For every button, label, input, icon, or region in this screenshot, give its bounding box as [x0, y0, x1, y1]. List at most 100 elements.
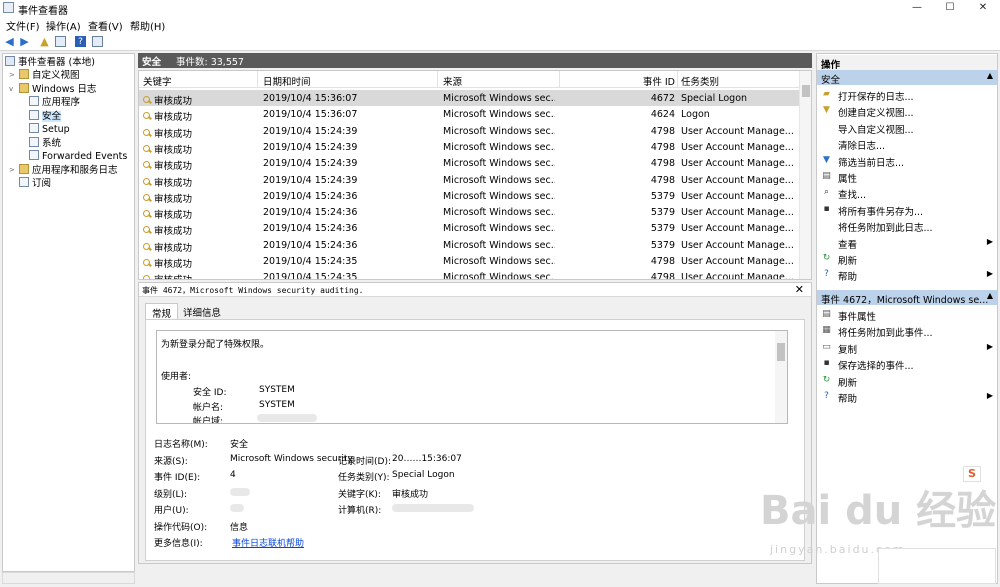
actions-section-event[interactable]: 事件 4672，Microsoft Windows se... ▲: [817, 290, 997, 305]
table-row[interactable]: 审核成功 2019/10/4 15:36:07 Microsoft Windows …: [139, 90, 799, 107]
source-label: 来源(S):: [154, 457, 188, 467]
table-row[interactable]: 审核成功 2019/10/4 15:24:39 Microsoft Windows …: [139, 172, 799, 189]
action-item[interactable]: 将任务附加到此日志...: [817, 218, 997, 234]
online-help-link[interactable]: 事件日志联机帮助: [232, 536, 304, 549]
opcode-value: 信息: [230, 523, 249, 533]
back-icon[interactable]: ◀: [3, 35, 16, 48]
event-action-item[interactable]: ▦ 将任务附加到此事件...: [817, 323, 997, 339]
action-item[interactable]: ▪ 将所有事件另存为...: [817, 202, 997, 218]
collapse-arrow-icon[interactable]: ▲: [987, 291, 993, 300]
table-row[interactable]: 审核成功 2019/10/4 15:24:36 Microsoft Windows …: [139, 237, 799, 254]
minimize-button[interactable]: —: [902, 1, 932, 15]
action-item[interactable]: ▼ 筛选当前日志...: [817, 153, 997, 169]
action-item[interactable]: ▤ 属性: [817, 169, 997, 185]
datetime-cell: 2019/10/4 15:36:07: [263, 109, 358, 121]
save-icon: ▪: [823, 358, 830, 369]
event-action-item[interactable]: ? 帮助 ▶: [817, 389, 997, 405]
tree-windows-logs[interactable]: v Windows 日志: [9, 83, 96, 96]
menu-action[interactable]: 操作(A): [46, 18, 81, 33]
tree-root[interactable]: 事件查看器 (本地): [5, 56, 95, 69]
tab-details[interactable]: 详细信息: [177, 303, 227, 319]
key-icon: [143, 128, 152, 138]
tree-log-forwarded-events[interactable]: Forwarded Events: [29, 150, 127, 163]
action-item[interactable]: ▰ 打开保存的日志...: [817, 87, 997, 103]
action-label: 创建自定义视图...: [838, 108, 914, 120]
tree-log-system[interactable]: 系统: [29, 137, 61, 150]
event-description[interactable]: 为新登录分配了特殊权限。 使用者: 安全 ID: SYSTEM 帐户名: SYS…: [156, 330, 788, 424]
table-row[interactable]: 审核成功 2019/10/4 15:24:35 Microsoft Windows …: [139, 253, 799, 270]
redacted-level: [230, 488, 250, 496]
tree-subscriptions[interactable]: 订阅: [19, 177, 51, 190]
column-divider[interactable]: [677, 71, 678, 88]
show-actions-icon[interactable]: [92, 36, 103, 47]
description-scrollbar[interactable]: [775, 331, 787, 423]
close-detail-icon[interactable]: ✕: [795, 283, 804, 296]
tree-log-setup[interactable]: Setup: [29, 123, 70, 136]
menu-file[interactable]: 文件(F): [6, 18, 40, 33]
event-list-scrollbar[interactable]: [799, 71, 811, 279]
scroll-thumb[interactable]: [802, 85, 810, 97]
show-tree-icon[interactable]: [55, 36, 66, 47]
action-label: 保存选择的事件...: [838, 361, 914, 373]
section-title: 安全: [821, 75, 841, 85]
action-item[interactable]: 导入自定义视图...: [817, 120, 997, 136]
event-list-header: 关键字 日期和时间 来源 事件 ID 任务类别: [139, 71, 811, 88]
column-divider[interactable]: [559, 71, 560, 88]
close-button[interactable]: ✕: [968, 1, 998, 15]
column-keywords[interactable]: 关键字: [143, 74, 172, 88]
actions-section-security[interactable]: 安全 ▲: [817, 70, 997, 85]
keyword-column-cell: 审核成功: [143, 256, 192, 270]
log-header: 安全 事件数: 33,557: [138, 53, 812, 68]
refresh-icon: ↻: [822, 374, 831, 385]
tree-custom-views[interactable]: > 自定义视图: [9, 69, 80, 82]
find-icon: ⌕: [823, 187, 830, 198]
expand-icon[interactable]: >: [9, 69, 15, 82]
security-id-label: 安全 ID:: [193, 388, 227, 398]
datetime-cell: 2019/10/4 15:24:39: [263, 158, 358, 170]
action-item[interactable]: 清除日志...: [817, 136, 997, 152]
navigation-tree: 事件查看器 (本地) > 自定义视图 v Windows 日志 应用程序 安全 …: [2, 53, 135, 572]
table-row[interactable]: 审核成功 2019/10/4 15:24:35 Microsoft Windows …: [139, 269, 799, 279]
menu-view[interactable]: 查看(V): [88, 18, 123, 33]
tab-general[interactable]: 常规: [145, 303, 179, 320]
table-row[interactable]: 审核成功 2019/10/4 15:24:36 Microsoft Windows …: [139, 204, 799, 221]
action-item[interactable]: ↻ 刷新: [817, 251, 997, 267]
event-action-item[interactable]: ↻ 刷新: [817, 373, 997, 389]
column-task-category[interactable]: 任务类别: [681, 74, 719, 88]
tree-horizontal-scrollbar[interactable]: [2, 572, 135, 584]
help-icon[interactable]: ?: [75, 36, 86, 47]
maximize-button[interactable]: ☐: [935, 1, 965, 15]
column-event-id[interactable]: 事件 ID: [635, 74, 675, 88]
scroll-thumb[interactable]: [777, 343, 785, 361]
menu-help[interactable]: 帮助(H): [130, 18, 165, 33]
source-value: Microsoft Windows security: [230, 454, 353, 464]
tree-log-application[interactable]: 应用程序: [29, 96, 80, 109]
action-item[interactable]: 查看 ▶: [817, 235, 997, 251]
table-row[interactable]: 审核成功 2019/10/4 15:24:39 Microsoft Windows …: [139, 139, 799, 156]
tree-app-services-logs[interactable]: > 应用程序和服务日志: [9, 164, 118, 177]
collapse-arrow-icon[interactable]: ▲: [987, 71, 993, 80]
forward-icon[interactable]: ▶: [18, 35, 31, 48]
column-datetime[interactable]: 日期和时间: [263, 74, 311, 88]
column-divider[interactable]: [437, 71, 438, 88]
task-category-cell: User Account Manage...: [681, 158, 794, 170]
action-item[interactable]: ▼ 创建自定义视图...: [817, 103, 997, 120]
collapse-icon[interactable]: v: [9, 83, 13, 96]
event-action-item[interactable]: ▤ 事件属性: [817, 307, 997, 323]
up-folder-icon[interactable]: ▲: [38, 35, 51, 48]
event-action-item[interactable]: ▪ 保存选择的事件...: [817, 356, 997, 373]
event-action-item[interactable]: ▭ 复制 ▶: [817, 340, 997, 356]
expand-icon[interactable]: >: [9, 164, 15, 177]
column-divider[interactable]: [257, 71, 258, 88]
table-row[interactable]: 审核成功 2019/10/4 15:24:36 Microsoft Windows …: [139, 188, 799, 205]
table-row[interactable]: 审核成功 2019/10/4 15:36:07 Microsoft Windows …: [139, 106, 799, 123]
keyword-column-cell: 审核成功: [143, 207, 192, 221]
action-item[interactable]: ⌕ 查找...: [817, 185, 997, 201]
column-source[interactable]: 来源: [443, 74, 462, 88]
table-row[interactable]: 审核成功 2019/10/4 15:24:36 Microsoft Windows …: [139, 220, 799, 237]
action-item[interactable]: ? 帮助 ▶: [817, 267, 997, 283]
table-row[interactable]: 审核成功 2019/10/4 15:24:39 Microsoft Windows …: [139, 123, 799, 140]
log-name-value: 安全: [230, 440, 249, 450]
tree-log-security[interactable]: 安全: [29, 110, 62, 123]
table-row[interactable]: 审核成功 2019/10/4 15:24:39 Microsoft Windows …: [139, 155, 799, 172]
